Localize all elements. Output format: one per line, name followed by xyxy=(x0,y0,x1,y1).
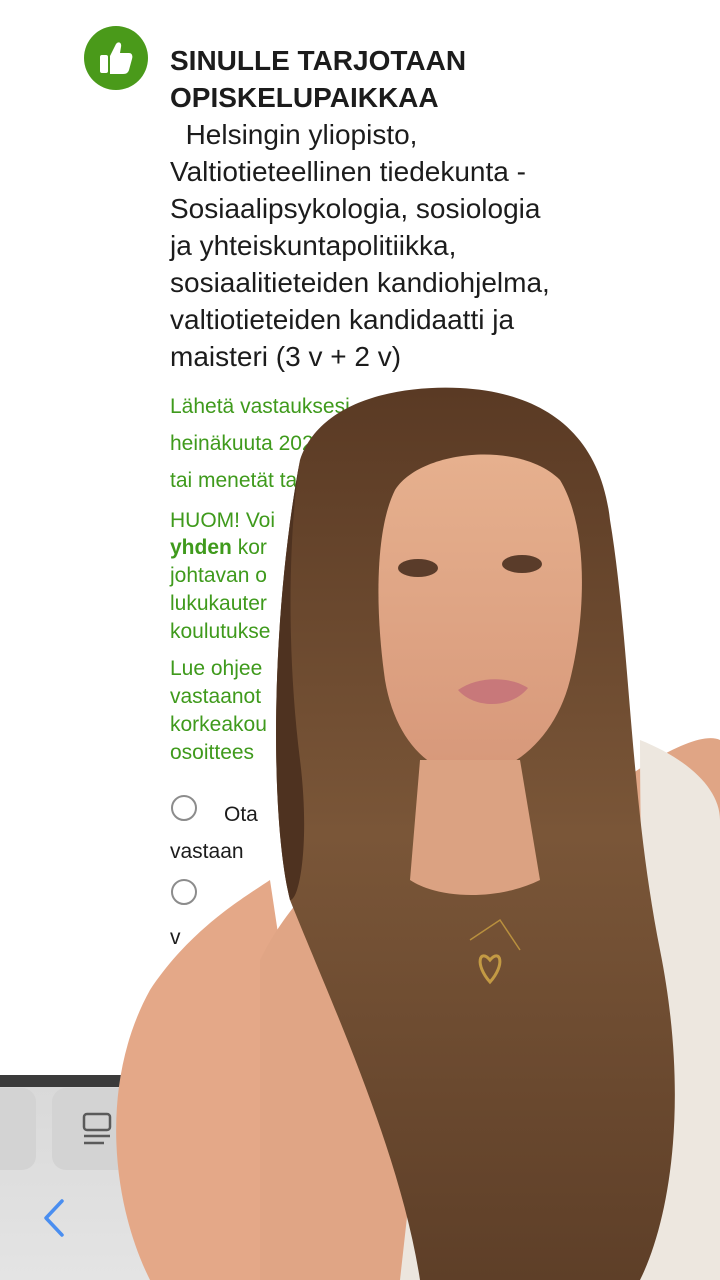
huom-line-5: koulutukse xyxy=(170,620,271,643)
tab-thumbnail-previous[interactable] xyxy=(0,1088,36,1170)
back-button[interactable] xyxy=(38,1196,72,1240)
huom-rest: kor xyxy=(237,536,267,559)
huom-lead: HUOM! Voi xyxy=(170,509,276,532)
accept-offer-label-2: vastaan xyxy=(170,840,244,863)
offer-detail: Helsingin yliopisto, Valtiotieteellinen … xyxy=(170,119,550,372)
reply-deadline-line-1: Lähetä vastauksesi xyxy=(170,395,350,418)
tabs-overview-icon xyxy=(82,1112,112,1145)
accept-offer-label: Ota xyxy=(224,803,258,826)
huom-line-1: HUOM! Voi xyxy=(170,508,275,534)
huom-line-4: lukukauter xyxy=(170,592,267,615)
offer-description: SINULLE TARJOTAAN OPISKELUPAIKKAA Helsin… xyxy=(170,42,550,375)
thumbs-up-icon xyxy=(84,26,148,90)
other-option-radio[interactable] xyxy=(171,879,197,905)
instructions-line-1: Lue ohjee xyxy=(170,657,263,680)
instructions-line-4: osoittees xyxy=(170,741,255,764)
huom-line-3: johtavan o xyxy=(170,564,267,587)
instructions-line-2: vastaanot xyxy=(170,685,262,708)
reply-deadline-line-2: heinäkuuta 202 xyxy=(170,432,314,455)
accept-offer-radio[interactable] xyxy=(171,795,197,821)
huom-bold: yhden xyxy=(170,536,232,559)
other-option-label: v xyxy=(170,926,181,949)
chevron-left-icon xyxy=(44,1199,64,1237)
huom-line-2: yhden kor xyxy=(170,535,267,561)
offer-title: SINULLE TARJOTAAN OPISKELUPAIKKAA xyxy=(170,45,467,113)
reply-deadline-line-3: tai menetät ta xyxy=(170,469,298,492)
study-offer-page: SINULLE TARJOTAAN OPISKELUPAIKKAA Helsin… xyxy=(0,0,720,1075)
tabs-overview-button[interactable] xyxy=(52,1088,162,1170)
instructions-line-3: korkeakou xyxy=(170,713,267,736)
